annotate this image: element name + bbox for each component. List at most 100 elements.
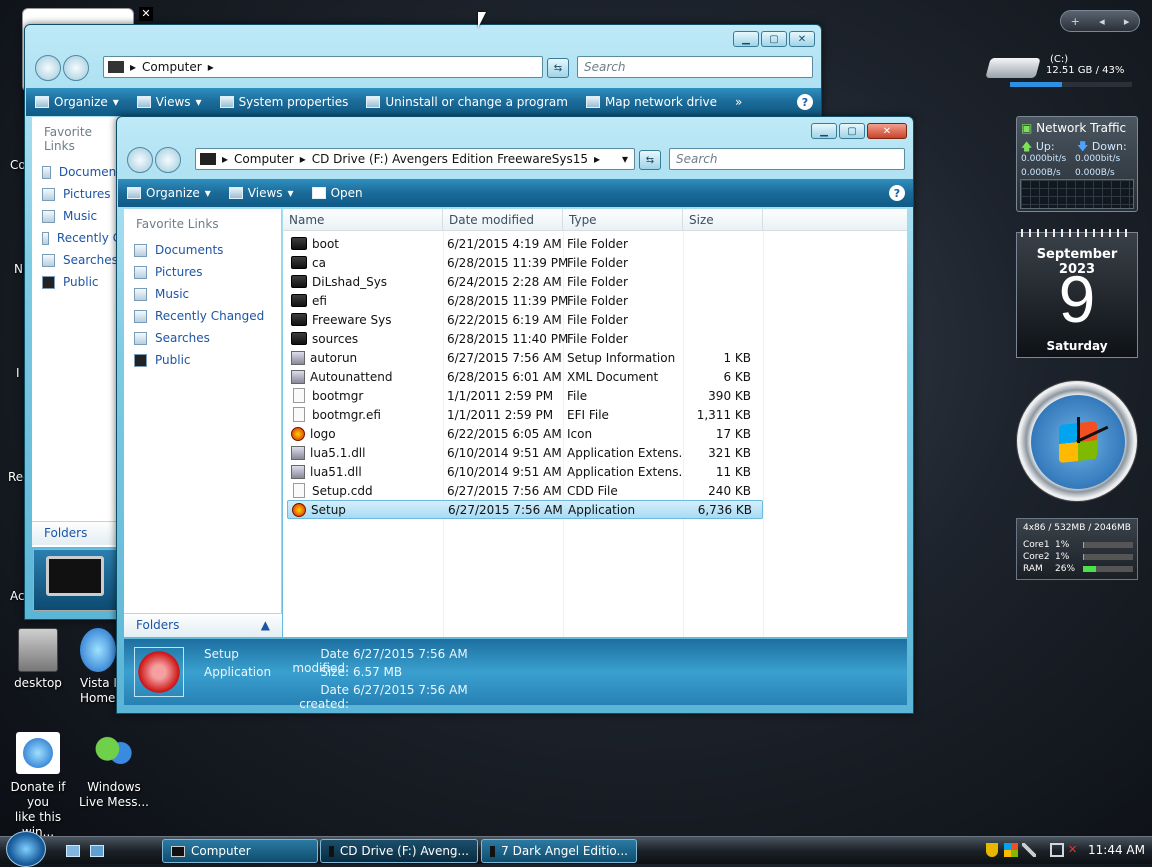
maximize-button[interactable]: ▢ (761, 31, 787, 47)
cd-drive-window[interactable]: ▁ ▢ ✕ ▸ Computer ▸ CD Drive (F:) Avenger… (116, 116, 914, 714)
desktop-icon-label: Vista I (80, 676, 117, 690)
open-button[interactable]: Open (303, 186, 372, 200)
column-header-size[interactable]: Size (683, 209, 763, 230)
taskbar-button-label: 7 Dark Angel Editio... (501, 844, 628, 858)
desktop-shortcut-live-messenger[interactable]: Windows Live Mess... (78, 732, 150, 810)
minimize-button[interactable]: ▁ (811, 123, 837, 139)
file-date: 1/1/2011 2:59 PM (447, 407, 554, 422)
file-name-cell: Autounattend (287, 369, 441, 384)
breadcrumb-computer[interactable]: Computer (142, 60, 202, 74)
file-row[interactable]: Setup 6/27/2015 7:56 AM Application 6,736 K… (287, 500, 763, 519)
back-button[interactable] (127, 147, 153, 173)
more-commands-button[interactable]: » (726, 95, 751, 109)
cpu-meter-gadget[interactable]: 4x86 / 532MB / 2046MB Core1 1% Core2 1% RAM 2… (1016, 518, 1138, 580)
taskbar-button-dark-angel[interactable]: 7 Dark Angel Editio... (481, 839, 637, 863)
file-row[interactable]: autorun 6/27/2015 7:56 AM Setup Informatio… (287, 348, 763, 367)
recently-changed-icon (134, 309, 147, 323)
taskbar-button-cd-drive[interactable]: CD Drive (F:) Aveng... (320, 839, 478, 863)
column-header-name[interactable]: Name (283, 209, 443, 230)
close-icon[interactable]: ✕ (139, 7, 153, 21)
file-row[interactable]: sources 6/28/2015 11:40 PM File Folder (287, 329, 763, 348)
views-menu[interactable]: Views ▾ (220, 186, 303, 200)
clock-gadget[interactable] (1016, 380, 1138, 502)
file-row[interactable]: Setup.cdd 6/27/2015 7:56 AM CDD File 240 KB (287, 481, 763, 500)
taskbar-button-computer[interactable]: Computer (162, 839, 318, 863)
help-icon[interactable]: ? (797, 94, 813, 110)
breadcrumb-computer[interactable]: Computer (234, 152, 294, 166)
clock-text[interactable]: 11:44 AM (1088, 843, 1145, 857)
tray-flag-icon[interactable] (1004, 843, 1018, 857)
calendar-gadget[interactable]: September 2023 9 Saturday (1016, 229, 1138, 358)
nav-item-label: Searches (63, 253, 118, 267)
nav-item-music[interactable]: Music (124, 283, 281, 305)
address-bar[interactable]: ▸ Computer ▸ (103, 56, 543, 78)
nav-item-public[interactable]: Public (124, 349, 281, 371)
minimize-button[interactable]: ▁ (733, 31, 759, 47)
previous-icon[interactable]: ◂ (1099, 15, 1105, 28)
uninstall-program-button[interactable]: Uninstall or change a program (357, 95, 577, 109)
desktop-shortcut-desktop[interactable]: desktop (6, 628, 70, 691)
forward-button[interactable] (155, 147, 181, 173)
nav-item-searches[interactable]: Searches (124, 327, 281, 349)
music-icon (134, 287, 147, 301)
nav-item-documents[interactable]: Documents (124, 239, 281, 261)
tray-network-icon[interactable] (1050, 843, 1064, 857)
tray-tool-icon[interactable] (1022, 843, 1036, 857)
system-properties-icon (219, 96, 234, 108)
folders-toggle[interactable]: Folders ▲ (124, 613, 282, 637)
file-row[interactable]: lua51.dll 6/10/2014 9:51 AM Application Ex… (287, 462, 763, 481)
organize-menu[interactable]: Organize ▾ (26, 95, 128, 109)
file-row[interactable]: efi 6/28/2015 11:39 PM File Folder (287, 291, 763, 310)
file-row[interactable]: bootmgr.efi 1/1/2011 2:59 PM EFI File 1,311… (287, 405, 763, 424)
switch-windows-icon[interactable] (90, 845, 104, 857)
navigation-pane: Favorite Links Documents Pictures Music … (124, 209, 282, 637)
file-row[interactable]: lua5.1.dll 6/10/2014 9:51 AM Application E… (287, 443, 763, 462)
file-date: 6/27/2015 7:56 AM (447, 350, 562, 365)
organize-menu[interactable]: Organize ▾ (118, 186, 220, 200)
file-row[interactable]: boot 6/21/2015 4:19 AM File Folder (287, 234, 763, 253)
arrow-down-icon: 🡇 (1077, 140, 1089, 153)
search-input[interactable]: Search (669, 148, 905, 170)
help-icon[interactable]: ? (889, 185, 905, 201)
breadcrumb-cd-drive[interactable]: CD Drive (F:) Avengers Edition FreewareS… (312, 152, 588, 166)
searches-icon (42, 253, 55, 267)
column-header-type[interactable]: Type (563, 209, 683, 230)
file-row[interactable]: DiLshad_Sys 6/24/2015 2:28 AM File Folder (287, 272, 763, 291)
file-row[interactable]: Autounattend 6/28/2015 6:01 AM XML Documen… (287, 367, 763, 386)
file-row[interactable]: bootmgr 1/1/2011 2:59 PM File 390 KB (287, 386, 763, 405)
tray-volume-muted-icon[interactable]: ✕ (1068, 843, 1082, 857)
file-name-cell: lua5.1.dll (287, 445, 441, 460)
search-input[interactable]: Search (577, 56, 813, 78)
add-gadget-icon[interactable]: + (1071, 15, 1080, 28)
close-button[interactable]: ✕ (867, 123, 907, 139)
back-button[interactable] (35, 55, 61, 81)
column-header-date-modified[interactable]: Date modified (443, 209, 563, 230)
chevron-down-icon[interactable]: ▾ (622, 152, 628, 166)
desktop-shortcut-donate[interactable]: Donate if you like this win... (0, 732, 76, 840)
file-row[interactable]: ca 6/28/2015 11:39 PM File Folder (287, 253, 763, 272)
show-desktop-icon[interactable] (66, 845, 80, 857)
nav-item-pictures[interactable]: Pictures (124, 261, 281, 283)
command-toolbar: Organize ▾ Views ▾ Open ? (118, 179, 913, 207)
desktop-shortcut-vista-home[interactable]: Vista I Home (80, 628, 120, 706)
forward-button[interactable] (63, 55, 89, 81)
maximize-button[interactable]: ▢ (839, 123, 865, 139)
file-row[interactable]: Freeware Sys 6/22/2015 6:19 AM File Folder (287, 310, 763, 329)
refresh-button[interactable]: ⇆ (547, 58, 569, 78)
next-icon[interactable]: ▸ (1124, 15, 1130, 28)
address-bar[interactable]: ▸ Computer ▸ CD Drive (F:) Avengers Edit… (195, 148, 635, 170)
close-button[interactable]: ✕ (789, 31, 815, 47)
views-menu[interactable]: Views ▾ (128, 95, 211, 109)
refresh-button[interactable]: ⇆ (639, 150, 661, 170)
nav-item-recently-changed[interactable]: Recently Changed (124, 305, 281, 327)
system-properties-button[interactable]: System properties (211, 95, 358, 109)
network-traffic-gadget[interactable]: ▣ Network Traffic 🡅 Up: 🡇 Down: 0.000bit… (1016, 116, 1138, 212)
map-network-drive-button[interactable]: Map network drive (577, 95, 726, 109)
tray-shield-icon[interactable] (986, 843, 998, 857)
drive-meter-gadget[interactable]: (C:) 12.51 GB / 43% (985, 52, 1138, 90)
start-button[interactable] (6, 831, 46, 867)
drive-label: (C:) (1050, 54, 1069, 65)
file-row[interactable]: logo 6/22/2015 6:05 AM Icon 17 KB (287, 424, 763, 443)
nav-item-label: Music (63, 209, 98, 223)
favorite-links-header: Favorite Links (136, 217, 219, 231)
